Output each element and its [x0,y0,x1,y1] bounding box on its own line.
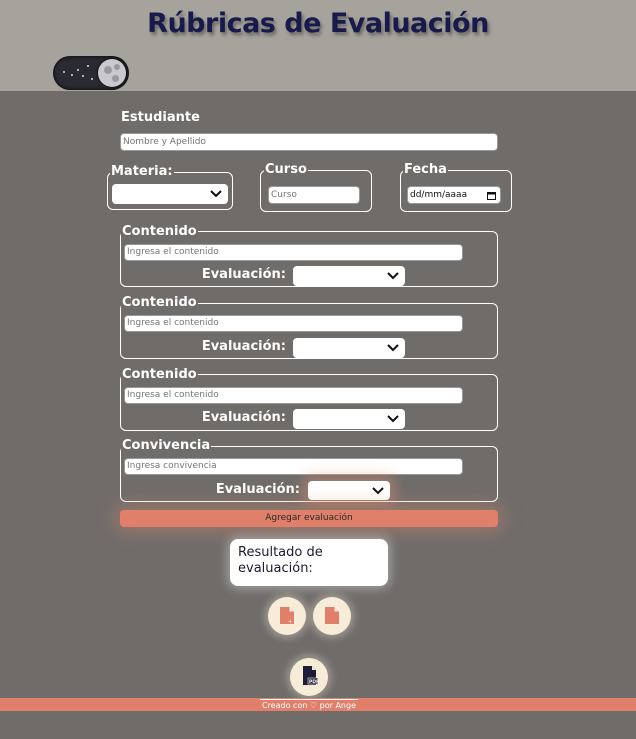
chevron-down-icon [372,487,384,495]
fecha-label: Fecha [403,162,448,177]
page-title: Rúbricas de Evaluación [147,8,489,39]
delete-button[interactable] [313,597,351,635]
evaluacion-label: Evaluación: [201,267,286,282]
calendar-icon[interactable] [487,191,496,200]
chevron-down-icon [387,344,399,352]
contenido-input-2[interactable] [124,315,463,332]
evaluacion-select-1[interactable] [293,266,405,286]
theme-toggle[interactable] [53,56,129,90]
copy-button[interactable]: + [268,597,306,635]
star-icon [91,78,93,80]
moon-toggle-icon [98,59,126,87]
section-legend: Convivencia [121,438,212,453]
evaluacion-select-4[interactable] [308,481,390,500]
fecha-input[interactable]: dd/mm/aaaa [407,186,501,204]
delete-document-icon [325,607,339,624]
section-legend: Contenido [121,295,198,310]
star-icon [77,69,79,71]
add-evaluation-button[interactable]: Agregar evaluación [120,510,498,527]
star-icon [87,65,89,67]
fecha-placeholder: dd/mm/aaaa [410,190,468,200]
curso-label: Curso [264,162,308,177]
svg-text:+: + [288,619,292,625]
footer-credit: Creado con ♡ por Ange [260,699,358,710]
copy-icon: + [280,607,294,625]
contenido-input-1[interactable] [124,244,463,261]
pdf-icon: PDF [303,666,319,685]
result-card: Resultado de evaluación: [230,539,388,586]
star-icon [82,75,84,77]
chevron-down-icon [387,272,399,280]
chevron-down-icon [210,190,222,198]
section-legend: Contenido [121,367,198,382]
curso-input[interactable] [268,186,360,204]
convivencia-input[interactable] [124,458,463,475]
evaluacion-label: Evaluación: [215,482,300,497]
student-name-input[interactable] [120,133,498,151]
evaluacion-label: Evaluación: [201,410,286,425]
evaluacion-label: Evaluación: [201,339,286,354]
star-icon [71,74,73,76]
student-label: Estudiante [121,110,200,125]
star-icon [63,71,65,73]
materia-label: Materia: [110,164,174,179]
evaluacion-select-3[interactable] [293,409,405,429]
contenido-input-3[interactable] [124,387,463,404]
section-legend: Contenido [121,224,198,239]
evaluacion-select-2[interactable] [293,338,405,358]
svg-text:PDF: PDF [309,679,319,685]
download-pdf-button[interactable]: PDF [290,658,328,696]
materia-select[interactable] [112,184,228,204]
chevron-down-icon [387,415,399,423]
